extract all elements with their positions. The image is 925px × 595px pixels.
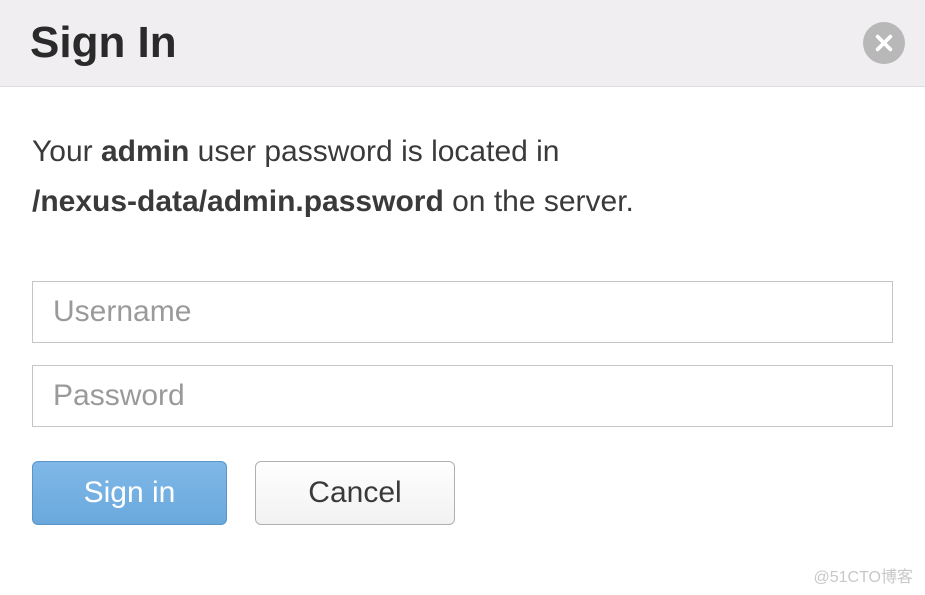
info-suffix: on the server.	[444, 185, 634, 218]
info-prefix: Your	[32, 135, 101, 168]
button-row: Sign in Cancel	[32, 461, 893, 525]
info-user: admin	[101, 135, 189, 168]
close-button[interactable]	[863, 22, 905, 64]
cancel-button[interactable]: Cancel	[255, 461, 455, 525]
dialog-title: Sign In	[30, 18, 177, 68]
dialog-header: Sign In	[0, 0, 925, 87]
info-path: /nexus-data/admin.password	[32, 185, 444, 218]
dialog-body: Your admin user password is located in /…	[0, 87, 925, 555]
watermark: @51CTO博客	[813, 563, 913, 587]
password-input[interactable]	[32, 365, 893, 427]
username-input[interactable]	[32, 281, 893, 343]
info-text: Your admin user password is located in /…	[32, 127, 893, 226]
info-mid: user password is located in	[189, 135, 559, 168]
signin-button[interactable]: Sign in	[32, 461, 227, 525]
close-icon	[873, 32, 895, 54]
